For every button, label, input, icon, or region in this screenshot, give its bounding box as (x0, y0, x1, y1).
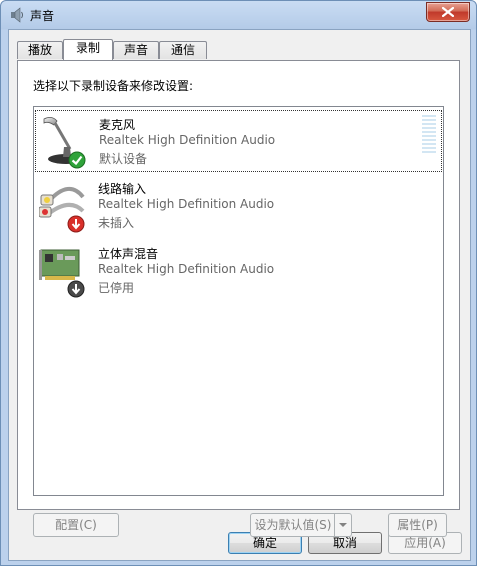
device-item-microphone[interactable]: 麦克风 Realtek High Definition Audio 默认设备 (35, 110, 442, 172)
unplugged-arrow-icon (67, 215, 85, 233)
set-default-button[interactable]: 设为默认值(S) (250, 513, 352, 537)
window-title: 声音 (30, 9, 55, 23)
device-name: 立体声混音 (98, 247, 159, 261)
chevron-down-icon (339, 523, 347, 527)
close-button[interactable] (426, 2, 470, 22)
device-status: 默认设备 (99, 152, 148, 166)
recording-device-list[interactable]: 麦克风 Realtek High Definition Audio 默认设备 线… (33, 106, 444, 496)
tab-recording[interactable]: 录制 (63, 39, 113, 60)
device-driver: Realtek High Definition Audio (98, 262, 275, 276)
device-status: 已停用 (98, 281, 135, 295)
device-name: 线路输入 (98, 182, 147, 196)
disabled-arrow-icon (67, 280, 85, 298)
device-status: 未插入 (98, 216, 135, 230)
tab-communications[interactable]: 通信 (159, 41, 207, 59)
properties-button[interactable]: 属性(P) (388, 513, 447, 537)
set-default-label: 设为默认值(S) (254, 518, 332, 532)
sound-dialog-window: 声音 播放 录制 声音 通信 选择以下录制设备来修改设置: 麦克风 Realte… (0, 0, 477, 566)
tab-playback[interactable]: 播放 (17, 41, 63, 59)
level-meter (422, 115, 436, 155)
speaker-icon (11, 7, 23, 23)
device-name: 麦克风 (99, 118, 136, 132)
dialog-client-area: 播放 录制 声音 通信 选择以下录制设备来修改设置: 麦克风 Realtek H… (8, 29, 471, 561)
tab-sounds[interactable]: 声音 (113, 41, 159, 59)
device-driver: Realtek High Definition Audio (98, 197, 275, 211)
device-item-stereo-mix[interactable]: 立体声混音 Realtek High Definition Audio 已停用 (35, 240, 442, 302)
title-bar[interactable]: 声音 (1, 1, 476, 29)
device-driver: Realtek High Definition Audio (99, 133, 276, 147)
device-item-line-in[interactable]: 线路输入 Realtek High Definition Audio 未插入 (35, 175, 442, 237)
close-icon (442, 7, 454, 17)
configure-button[interactable]: 配置(C) (33, 513, 119, 537)
default-check-icon (68, 151, 86, 169)
instruction-text: 选择以下录制设备来修改设置: (33, 79, 194, 93)
recording-panel: 选择以下录制设备来修改设置: 麦克风 Realtek High Definiti… (17, 60, 460, 537)
set-default-dropdown[interactable] (334, 514, 351, 536)
